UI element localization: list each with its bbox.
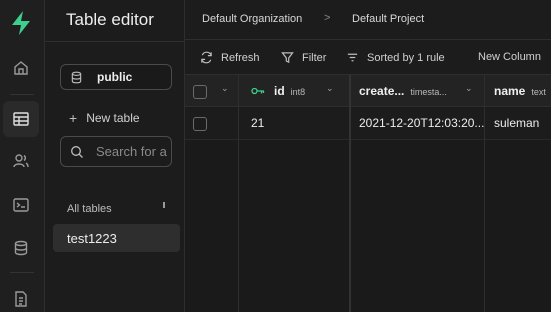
breadcrumb-separator: > (324, 12, 331, 24)
schema-selector[interactable]: public (60, 64, 172, 90)
column-divider (349, 75, 351, 312)
sort-icon (347, 53, 358, 62)
table-search[interactable] (60, 136, 172, 167)
table-editor-icon (13, 112, 29, 126)
home-icon (14, 61, 28, 75)
search-input[interactable] (96, 144, 170, 159)
new-table-button[interactable]: + New table (69, 110, 140, 126)
column-type: timesta... (410, 87, 447, 97)
refresh-icon (201, 51, 212, 64)
sidebar-title: Table editor (66, 10, 154, 29)
cell-id[interactable]: 21 (251, 116, 264, 130)
key-icon (251, 87, 265, 95)
users-icon (13, 154, 29, 168)
chevron-down-icon[interactable]: ⌄ (465, 83, 473, 94)
column-header-id[interactable]: id int8 (274, 84, 305, 98)
table-row[interactable]: 21 2021-12-20T12:03:20... suleman (185, 108, 551, 140)
filter-button[interactable]: Filter (281, 51, 326, 64)
breadcrumb-organization[interactable]: Default Organization (202, 13, 302, 25)
rail-divider (10, 94, 34, 95)
nav-rail (0, 0, 45, 312)
rail-divider (10, 272, 34, 273)
table-editor-sidebar: Table editor public + New table All tabl… (45, 0, 185, 312)
table-header-row: ⌄ id int8 ⌄ create... timesta... ⌄ name … (185, 75, 551, 107)
schema-label: public (97, 70, 133, 84)
supabase-logo-icon[interactable] (9, 10, 33, 36)
chevron-down-icon[interactable]: ⌄ (326, 83, 334, 94)
chevron-down-icon[interactable]: ⌄ (221, 83, 229, 94)
sidebar-divider (45, 41, 185, 42)
database-icon (14, 240, 28, 256)
search-icon (71, 145, 83, 158)
column-header-created-at[interactable]: create... timesta... (359, 84, 447, 98)
select-all-checkbox[interactable] (193, 85, 207, 99)
filter-icon (281, 52, 294, 64)
new-column-label: New Column (478, 51, 541, 63)
sort-button[interactable]: Sorted by 1 rule (346, 51, 445, 64)
document-icon (15, 291, 27, 307)
main-panel: Default Organization > Default Project R… (185, 0, 551, 312)
table-item-label: test1223 (67, 230, 117, 246)
column-name: name (494, 84, 526, 98)
column-divider (484, 75, 485, 312)
auth-nav-button[interactable] (3, 143, 39, 179)
database-icon (71, 71, 82, 83)
all-tables-heading: All tables (67, 203, 112, 215)
database-nav-button[interactable] (3, 230, 39, 266)
column-type: int8 (290, 87, 306, 97)
cell-name[interactable]: suleman (494, 116, 539, 130)
sidebar-item-table[interactable]: test1223 (53, 224, 180, 252)
sort-label: Sorted by 1 rule (367, 51, 445, 64)
row-checkbox[interactable] (193, 117, 207, 131)
scroll-indicator (163, 202, 165, 208)
column-name: id (274, 84, 285, 98)
breadcrumb: Default Organization > Default Project (185, 0, 551, 40)
table-editor-nav-button[interactable] (3, 101, 39, 137)
terminal-icon (13, 198, 29, 212)
breadcrumb-project[interactable]: Default Project (352, 13, 424, 25)
filter-label: Filter (302, 51, 327, 64)
column-divider (238, 75, 239, 312)
sql-editor-nav-button[interactable] (3, 187, 39, 223)
docs-nav-button[interactable] (3, 281, 39, 312)
new-table-label: New table (86, 111, 140, 125)
data-grid: ⌄ id int8 ⌄ create... timesta... ⌄ name … (185, 75, 551, 312)
plus-icon: + (69, 110, 78, 126)
home-nav-button[interactable] (3, 50, 39, 86)
new-column-button[interactable]: New Column (478, 51, 541, 63)
column-header-name[interactable]: name text (494, 84, 546, 98)
cell-created-at[interactable]: 2021-12-20T12:03:20... (359, 116, 484, 130)
refresh-label: Refresh (221, 51, 260, 64)
refresh-button[interactable]: Refresh (200, 51, 260, 64)
column-type: text (531, 87, 546, 97)
column-name: create... (359, 84, 405, 98)
grid-toolbar: Refresh Filter Sorted by 1 rule New Colu… (185, 41, 551, 75)
